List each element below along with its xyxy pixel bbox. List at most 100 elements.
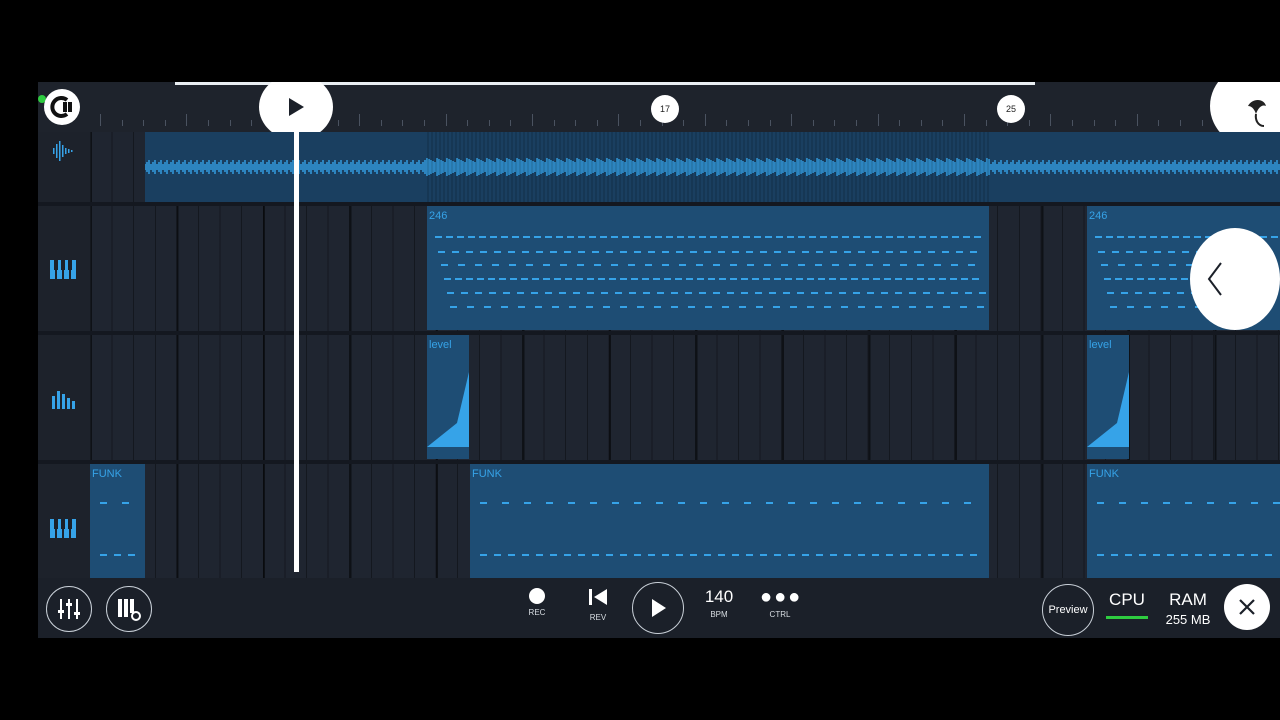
note	[501, 236, 508, 238]
note	[461, 292, 468, 294]
playhead-line[interactable]	[294, 132, 299, 572]
note	[942, 502, 949, 504]
note	[1139, 236, 1146, 238]
pattern-clip[interactable]: 246	[427, 206, 989, 330]
note	[919, 236, 926, 238]
ruler-tick	[640, 120, 641, 126]
side-panel-toggle[interactable]	[1190, 228, 1280, 330]
automation-clip[interactable]: level	[1087, 335, 1129, 459]
note	[543, 264, 550, 266]
note	[798, 236, 805, 238]
tempo-control[interactable]: 140 BPM	[698, 588, 740, 620]
timeline-ruler[interactable]: 17 25	[38, 82, 1280, 150]
note	[862, 278, 869, 280]
note	[802, 251, 809, 253]
note	[849, 264, 856, 266]
note	[1172, 236, 1179, 238]
transport-bar: REC REV 140 BPM ●●● CTRL Preview CPU RAM…	[38, 578, 1280, 638]
note	[484, 306, 491, 308]
note	[760, 251, 767, 253]
note	[699, 292, 706, 294]
note	[532, 278, 539, 280]
note	[634, 251, 641, 253]
timeline-marker-25[interactable]: 25	[997, 95, 1025, 123]
note	[972, 278, 979, 280]
note	[467, 306, 474, 308]
note	[489, 292, 496, 294]
note	[1161, 236, 1168, 238]
pattern-notes	[427, 206, 989, 330]
piano-keys-icon[interactable]	[48, 513, 78, 543]
note	[841, 306, 848, 308]
ctrl-menu-button[interactable]: ●●● CTRL	[760, 587, 800, 619]
app-logo-button[interactable]	[44, 89, 80, 125]
skip-back-icon	[589, 589, 607, 605]
ruler-tick	[488, 120, 490, 126]
note	[587, 278, 594, 280]
note	[872, 251, 879, 253]
ruler-tick	[834, 120, 836, 126]
cpu-meter: CPU	[1104, 590, 1150, 619]
close-button[interactable]	[1224, 584, 1270, 630]
note	[764, 264, 771, 266]
note	[961, 278, 968, 280]
note	[873, 278, 880, 280]
note	[522, 251, 529, 253]
note	[909, 306, 916, 308]
note	[1170, 278, 1177, 280]
rewind-button[interactable]: REV	[584, 588, 612, 622]
note	[844, 554, 851, 556]
ruler-tick	[1093, 120, 1095, 126]
note	[499, 278, 506, 280]
timeline-marker-17[interactable]: 17	[651, 95, 679, 123]
mixer-button[interactable]	[46, 586, 92, 632]
note	[754, 236, 761, 238]
note	[832, 502, 839, 504]
ruler-tick	[1115, 120, 1117, 126]
note	[788, 502, 795, 504]
piano-keys-icon[interactable]	[48, 254, 78, 284]
note	[642, 278, 649, 280]
note	[853, 292, 860, 294]
note	[1107, 292, 1114, 294]
note	[679, 264, 686, 266]
note	[892, 306, 899, 308]
note	[1195, 554, 1202, 556]
record-button[interactable]: REC	[524, 588, 550, 617]
note	[900, 251, 907, 253]
pattern-clip[interactable]: FUNK	[470, 464, 989, 578]
ram-value: 255 MB	[1165, 612, 1211, 627]
equalizer-icon[interactable]	[48, 384, 78, 414]
note	[898, 502, 905, 504]
audio-clip[interactable]	[145, 132, 1280, 202]
note	[1150, 236, 1157, 238]
note	[886, 554, 893, 556]
note	[928, 278, 935, 280]
note	[128, 554, 135, 556]
note	[1110, 306, 1117, 308]
ruler-tick	[553, 120, 555, 126]
note	[637, 306, 644, 308]
ruler-tick	[402, 120, 404, 126]
note	[657, 292, 664, 294]
note	[816, 251, 823, 253]
channel-settings-button[interactable]	[106, 586, 152, 632]
waveform-icon[interactable]	[48, 136, 78, 166]
note	[721, 236, 728, 238]
ruler-tick	[942, 120, 944, 126]
note	[802, 554, 809, 556]
note	[645, 264, 652, 266]
play-button[interactable]	[632, 582, 684, 634]
note	[943, 306, 950, 308]
pattern-clip[interactable]: FUNK	[1087, 464, 1280, 578]
note	[560, 264, 567, 266]
automation-clip[interactable]: level	[427, 335, 469, 459]
note	[510, 278, 517, 280]
ram-meter: RAM 255 MB	[1160, 590, 1216, 627]
pattern-clip[interactable]: FUNK	[90, 464, 145, 578]
note	[876, 502, 883, 504]
note	[545, 292, 552, 294]
note	[950, 278, 957, 280]
preview-button[interactable]: Preview	[1042, 584, 1094, 636]
note	[747, 264, 754, 266]
